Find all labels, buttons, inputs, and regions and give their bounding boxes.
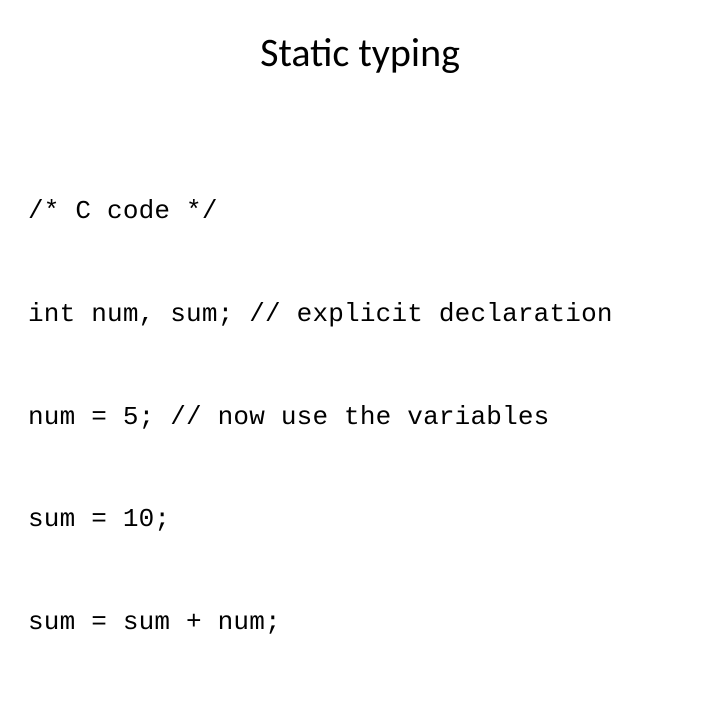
code-line: sum = sum + num; [28,605,692,639]
code-line: int num, sum; // explicit declaration [28,297,692,331]
code-block: /* C code */ int num, sum; // explicit d… [28,125,692,708]
slide-container: Static typing /* C code */ int num, sum;… [0,0,720,540]
code-line: num = 5; // now use the variables [28,400,692,434]
slide-title: Static typing [28,28,692,77]
code-line: /* C code */ [28,194,692,228]
code-line: sum = 10; [28,502,692,536]
